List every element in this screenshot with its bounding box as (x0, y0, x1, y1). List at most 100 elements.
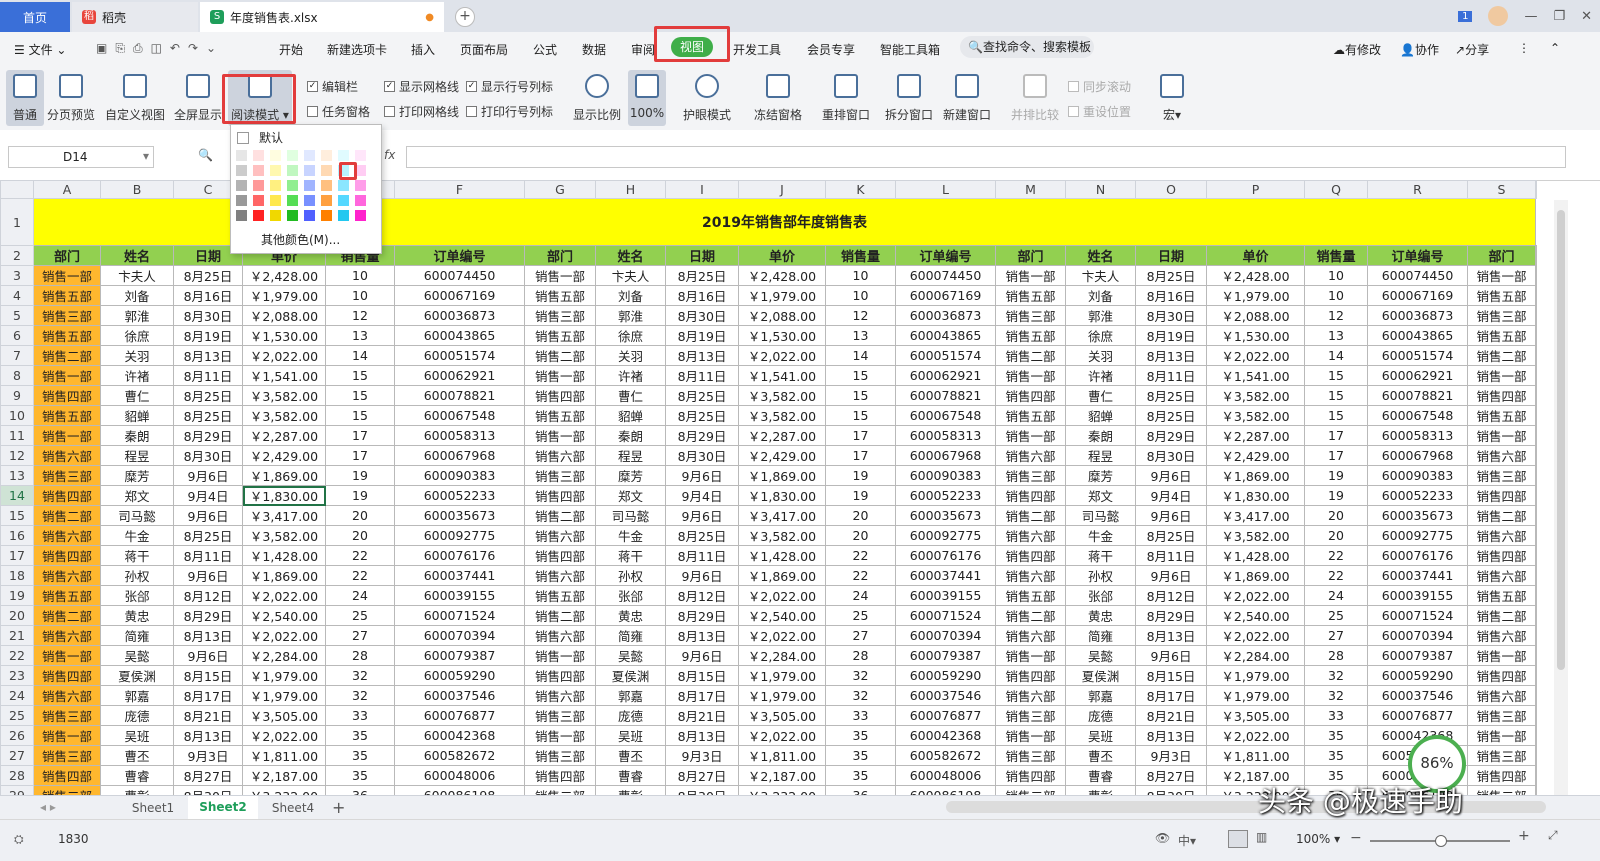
cell[interactable]: 600078821 (394, 385, 525, 406)
cell[interactable]: 600042368 (895, 725, 996, 746)
cell[interactable]: ￥1,979.00 (1206, 685, 1305, 706)
cell[interactable]: 19 (825, 485, 896, 506)
cell[interactable]: 8月25日 (173, 265, 243, 286)
cell[interactable]: 600043865 (394, 325, 525, 346)
cell[interactable]: 600071524 (394, 605, 525, 626)
cell[interactable]: 8月29日 (1135, 605, 1207, 626)
color-swatch[interactable] (287, 150, 298, 161)
cell[interactable]: 10 (1304, 265, 1368, 286)
cell[interactable]: 600078821 (1367, 385, 1468, 406)
cell[interactable]: 蒋干 (100, 545, 174, 566)
sync-scroll-button[interactable]: 同步滚动 (1068, 78, 1131, 95)
cell[interactable]: 郭嘉 (100, 685, 174, 706)
cell[interactable]: ￥3,582.00 (738, 405, 826, 426)
new-window-button[interactable]: 新建窗口 (940, 70, 994, 126)
tab-daoke[interactable]: 稻 稻壳 (72, 2, 198, 32)
cell[interactable]: 销售五部 (524, 285, 596, 306)
cell[interactable]: 秦朗 (595, 425, 666, 446)
cell[interactable]: 600092775 (1367, 525, 1468, 546)
cell[interactable]: 15 (1304, 385, 1368, 406)
cell[interactable]: ￥3,582.00 (1206, 525, 1305, 546)
color-swatch[interactable] (304, 150, 315, 161)
cell[interactable]: 600058313 (394, 425, 525, 446)
cell[interactable]: 14 (325, 345, 395, 366)
cell[interactable]: 20 (325, 525, 395, 546)
cell[interactable]: 8月21日 (1135, 705, 1207, 726)
cell[interactable]: 8月19日 (173, 325, 243, 346)
cell[interactable]: ￥1,428.00 (738, 545, 826, 566)
cell[interactable]: 13 (1304, 325, 1368, 346)
color-swatch[interactable] (355, 180, 366, 191)
column-header[interactable]: F (394, 180, 525, 199)
cell[interactable] (1535, 385, 1537, 406)
column-header[interactable]: L (895, 180, 996, 199)
cell[interactable]: 8月15日 (665, 665, 739, 686)
cell[interactable] (1535, 245, 1537, 266)
column-title-cell[interactable]: 姓名 (100, 245, 174, 266)
cell[interactable]: 600036873 (1367, 305, 1468, 326)
zoom-slider-thumb[interactable] (1435, 835, 1447, 847)
cell[interactable] (1535, 545, 1537, 566)
cell[interactable]: ￥1,428.00 (1206, 545, 1305, 566)
cell[interactable]: 夏侯渊 (1065, 665, 1136, 686)
color-swatch[interactable] (287, 195, 298, 206)
cell[interactable]: 销售三部 (524, 745, 596, 766)
cell[interactable]: 销售一部 (1467, 365, 1536, 386)
color-swatch[interactable] (355, 150, 366, 161)
cell[interactable]: ￥1,541.00 (1206, 365, 1305, 386)
cell[interactable]: 8月25日 (665, 405, 739, 426)
cell[interactable]: 貂蝉 (1065, 405, 1136, 426)
cell[interactable]: 600062921 (895, 365, 996, 386)
formula-input[interactable] (406, 146, 1566, 168)
cell[interactable]: 曹彰 (1065, 785, 1136, 795)
cell[interactable]: 19 (325, 465, 395, 486)
cell[interactable]: 9月3日 (1135, 745, 1207, 766)
cell[interactable]: 销售三部 (524, 305, 596, 326)
cell[interactable]: 600062921 (394, 365, 525, 386)
cell[interactable]: 销售三部 (1467, 305, 1536, 326)
cell[interactable]: 8月21日 (173, 705, 243, 726)
cell[interactable]: 孙权 (595, 565, 666, 586)
color-swatch[interactable] (236, 195, 247, 206)
cell[interactable]: 曹睿 (1065, 765, 1136, 786)
cell[interactable]: 销售二部 (524, 785, 596, 795)
quick-access-toolbar[interactable]: ▣⎘⎙◫↶↷⌄ (96, 41, 224, 56)
notification-badge[interactable]: 1 (1458, 10, 1473, 22)
cell[interactable]: ￥3,582.00 (738, 385, 826, 406)
row-header[interactable]: 7 (0, 345, 34, 366)
cell[interactable]: 8月30日 (1135, 445, 1207, 466)
cell[interactable]: 600079387 (1367, 645, 1468, 666)
menu-developer[interactable]: 开发工具 (733, 41, 781, 58)
cell[interactable]: 曹仁 (595, 385, 666, 406)
cell[interactable]: 销售四部 (995, 665, 1066, 686)
color-swatch[interactable] (321, 180, 332, 191)
cell[interactable]: 15 (825, 405, 896, 426)
color-swatch[interactable] (253, 210, 264, 221)
cell[interactable]: 15 (825, 385, 896, 406)
cell[interactable]: 销售五部 (1467, 285, 1536, 306)
cell[interactable]: 销售一部 (524, 645, 596, 666)
cell[interactable]: 销售六部 (1467, 565, 1536, 586)
row-header[interactable]: 3 (0, 265, 34, 286)
cell[interactable]: 8月11日 (1135, 365, 1207, 386)
cell[interactable]: 15 (825, 365, 896, 386)
cell[interactable]: 销售一部 (33, 265, 101, 286)
cell[interactable]: 24 (325, 585, 395, 606)
cell[interactable]: 8月13日 (173, 625, 243, 646)
cell[interactable]: 9月6日 (1135, 645, 1207, 666)
cell[interactable]: 郭嘉 (1065, 685, 1136, 706)
cell[interactable]: 8月25日 (173, 525, 243, 546)
cell[interactable]: 销售四部 (524, 545, 596, 566)
cell[interactable]: 600582672 (394, 745, 525, 766)
cell[interactable]: 600076176 (1367, 545, 1468, 566)
cell[interactable]: 8月12日 (173, 585, 243, 606)
cell[interactable]: 郭淮 (100, 305, 174, 326)
cell[interactable]: 600076877 (895, 705, 996, 726)
column-title-cell[interactable]: 订单编号 (895, 245, 996, 266)
cell[interactable] (1535, 305, 1537, 326)
color-swatch[interactable] (270, 180, 281, 191)
sheet-nav-arrows-icon[interactable]: ◂ ▸ (40, 800, 56, 814)
name-box[interactable]: D14 ▾ (8, 146, 154, 168)
split-window-button[interactable]: 拆分窗口 (884, 70, 934, 126)
cell[interactable]: 20 (1304, 525, 1368, 546)
